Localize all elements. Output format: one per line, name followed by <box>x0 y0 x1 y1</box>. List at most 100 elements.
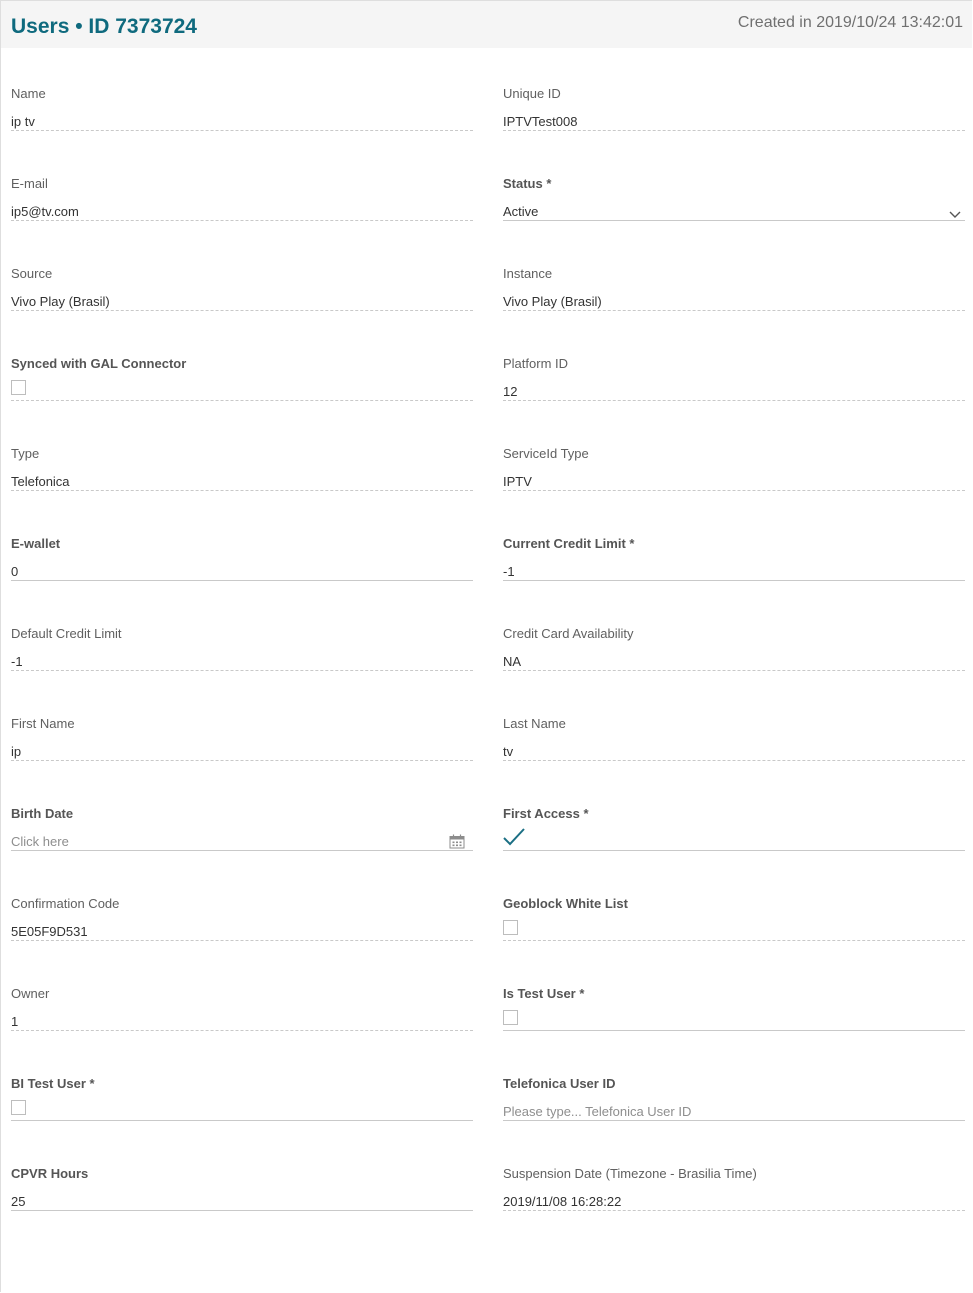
checkmark-icon[interactable] <box>503 828 525 851</box>
suspension-date-field[interactable]: Suspension Date (Timezone - Brasilia Tim… <box>503 1166 965 1256</box>
ewallet-underline <box>11 580 473 581</box>
status-selected-value[interactable]: Active <box>503 204 538 219</box>
suspension-date-input[interactable]: 2019/11/08 16:28:22 <box>503 1194 621 1209</box>
serviceid-type-input[interactable]: IPTV <box>503 474 532 489</box>
unique-id-field[interactable]: Unique ID IPTVTest008 <box>503 86 965 176</box>
cpvr-hours-input[interactable]: 25 <box>11 1194 25 1209</box>
is-test-user-label: Is Test User * <box>503 986 585 1001</box>
name-input[interactable]: ip tv <box>11 114 35 129</box>
status-label: Status * <box>503 176 552 191</box>
instance-field[interactable]: Instance Vivo Play (Brasil) <box>503 266 965 356</box>
confirmation-code-input[interactable]: 5E05F9D531 <box>11 924 88 939</box>
cpvr-hours-field[interactable]: CPVR Hours 25 <box>11 1166 473 1256</box>
email-field[interactable]: E-mail ip5@tv.com <box>11 176 473 266</box>
source-input[interactable]: Vivo Play (Brasil) <box>11 294 110 309</box>
ewallet-input[interactable]: 0 <box>11 564 18 579</box>
last-name-underline <box>503 760 965 761</box>
geoblock-white-list-field: Geoblock White List <box>503 896 965 986</box>
bi-test-user-underline <box>11 1120 473 1121</box>
ewallet-label: E-wallet <box>11 536 61 551</box>
first-access-label: First Access * <box>503 806 589 821</box>
platform-id-underline <box>503 400 965 401</box>
bi-test-user-checkbox[interactable] <box>11 1100 26 1115</box>
default-credit-limit-input[interactable]: -1 <box>11 654 23 669</box>
synced-gal-checkbox[interactable] <box>11 380 26 395</box>
owner-label: Owner <box>11 986 50 1001</box>
created-timestamp: Created in 2019/10/24 13:42:01 <box>737 14 963 31</box>
cpvr-hours-underline <box>11 1210 473 1211</box>
is-test-user-field: Is Test User * <box>503 986 965 1076</box>
confirmation-code-label: Confirmation Code <box>11 896 120 911</box>
unique-id-label: Unique ID <box>503 86 561 101</box>
suspension-date-underline <box>503 1210 965 1211</box>
is-test-user-checkbox[interactable] <box>503 1010 518 1025</box>
first-name-input[interactable]: ip <box>11 744 21 759</box>
email-input[interactable]: ip5@tv.com <box>11 204 79 219</box>
type-input[interactable]: Telefonica <box>11 474 70 489</box>
current-credit-limit-underline <box>503 580 965 581</box>
confirmation-code-underline <box>11 940 473 941</box>
geoblock-white-list-label: Geoblock White List <box>503 896 628 911</box>
credit-card-availability-underline <box>503 670 965 671</box>
status-underline <box>503 220 965 221</box>
suspension-date-label: Suspension Date (Timezone - Brasilia Tim… <box>503 1166 757 1181</box>
owner-underline <box>11 1030 473 1031</box>
serviceid-type-label: ServiceId Type <box>503 446 589 461</box>
synced-gal-label: Synced with GAL Connector <box>11 356 187 371</box>
birth-date-input[interactable]: Click here <box>11 834 69 849</box>
name-field[interactable]: Name ip tv <box>11 86 473 176</box>
current-credit-limit-label: Current Credit Limit * <box>503 536 635 551</box>
synced-gal-underline <box>11 400 473 401</box>
telefonica-user-id-underline <box>503 1120 965 1121</box>
geoblock-white-list-checkbox[interactable] <box>503 920 518 935</box>
first-name-field[interactable]: First Name ip <box>11 716 473 806</box>
ewallet-field[interactable]: E-wallet 0 <box>11 536 473 626</box>
unique-id-input[interactable]: IPTVTest008 <box>503 114 577 129</box>
first-access-field: First Access * <box>503 806 965 896</box>
serviceid-type-underline <box>503 490 965 491</box>
platform-id-label: Platform ID <box>503 356 569 371</box>
cpvr-hours-label: CPVR Hours <box>11 1166 89 1181</box>
credit-card-availability-input[interactable]: NA <box>503 654 521 669</box>
calendar-icon[interactable] <box>449 834 465 854</box>
email-label: E-mail <box>11 176 48 191</box>
instance-underline <box>503 310 965 311</box>
bi-test-user-label: BI Test User * <box>11 1076 95 1091</box>
default-credit-limit-field[interactable]: Default Credit Limit -1 <box>11 626 473 716</box>
telefonica-user-id-input[interactable]: Please type... Telefonica User ID <box>503 1104 691 1119</box>
source-underline <box>11 310 473 311</box>
synced-gal-field: Synced with GAL Connector <box>11 356 473 446</box>
serviceid-type-field[interactable]: ServiceId Type IPTV <box>503 446 965 536</box>
email-underline <box>11 220 473 221</box>
is-test-user-underline <box>503 1030 965 1031</box>
geoblock-white-list-underline <box>503 940 965 941</box>
telefonica-user-id-field[interactable]: Telefonica User ID Please type... Telefo… <box>503 1076 965 1166</box>
first-name-underline <box>11 760 473 761</box>
last-name-input[interactable]: tv <box>503 744 513 759</box>
type-field[interactable]: Type Telefonica <box>11 446 473 536</box>
name-label: Name <box>11 86 46 101</box>
instance-input[interactable]: Vivo Play (Brasil) <box>503 294 602 309</box>
current-credit-limit-field[interactable]: Current Credit Limit * -1 <box>503 536 965 626</box>
owner-input[interactable]: 1 <box>11 1014 18 1029</box>
owner-field[interactable]: Owner 1 <box>11 986 473 1076</box>
source-label: Source <box>11 266 53 281</box>
confirmation-code-field[interactable]: Confirmation Code 5E05F9D531 <box>11 896 473 986</box>
credit-card-availability-field[interactable]: Credit Card Availability NA <box>503 626 965 716</box>
current-credit-limit-input[interactable]: -1 <box>503 564 515 579</box>
default-credit-limit-underline <box>11 670 473 671</box>
status-select[interactable]: Status * Active <box>503 176 965 266</box>
type-label: Type <box>11 446 40 461</box>
source-field[interactable]: Source Vivo Play (Brasil) <box>11 266 473 356</box>
chevron-down-icon[interactable] <box>949 206 961 224</box>
platform-id-input[interactable]: 12 <box>503 384 517 399</box>
page-header: Users • ID 7373724 Created in 2019/10/24… <box>1 1 972 48</box>
default-credit-limit-label: Default Credit Limit <box>11 626 122 641</box>
last-name-label: Last Name <box>503 716 566 731</box>
birth-date-field[interactable]: Birth Date Click here <box>11 806 473 896</box>
last-name-field[interactable]: Last Name tv <box>503 716 965 806</box>
credit-card-availability-label: Credit Card Availability <box>503 626 634 641</box>
birth-date-label: Birth Date <box>11 806 74 821</box>
platform-id-field[interactable]: Platform ID 12 <box>503 356 965 446</box>
type-underline <box>11 490 473 491</box>
